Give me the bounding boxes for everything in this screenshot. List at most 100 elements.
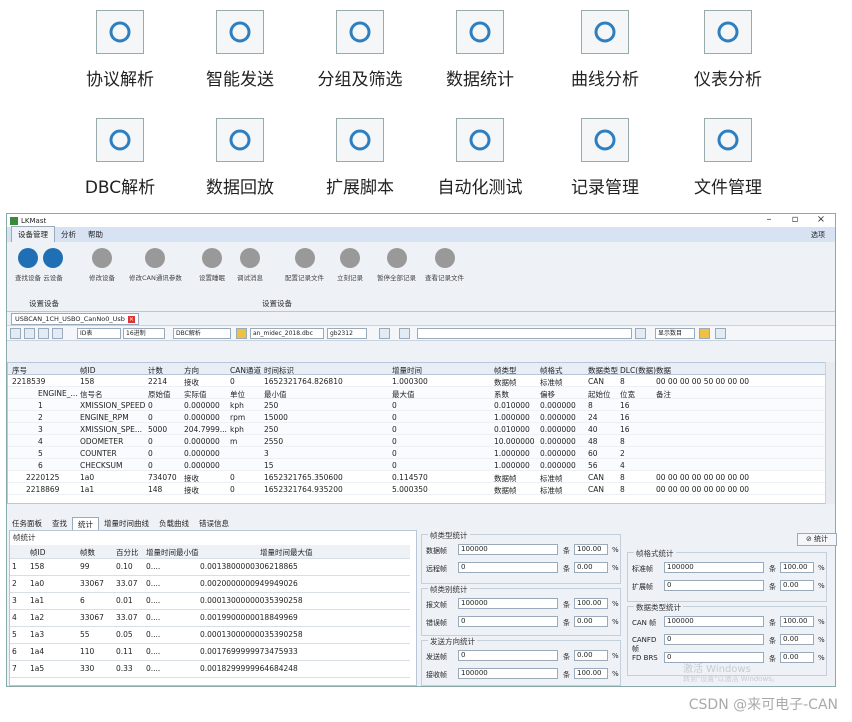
panel-tab[interactable]: 错误信息 <box>194 517 234 530</box>
close-button[interactable]: × <box>809 214 833 225</box>
grid-cell: 0 <box>230 485 235 494</box>
column-header[interactable]: 帧数 <box>80 547 95 558</box>
table-row[interactable]: 2218539 158 2214 接收 0 1652321764.826810 1.0003… <box>8 375 826 387</box>
unit-label: 条 <box>769 565 776 573</box>
grid-cell: 250 <box>264 401 279 410</box>
menu-analysis[interactable]: 分析 <box>55 227 82 242</box>
signal-header-row[interactable]: ENGINE_... 信号名 原始值 实际值 单位 最小值 最大值 系数 偏移 起始位 位宽 备注 <box>8 387 826 399</box>
feature-8[interactable]: 扩展脚本 <box>300 118 420 198</box>
grid-cell: 0 <box>148 401 153 410</box>
toolbar-icon[interactable] <box>24 328 35 339</box>
filter-icon <box>336 10 384 54</box>
table-row[interactable]: 7 1a5 330 0.33 0.... 0.0018299999964684248 <box>10 661 410 678</box>
clear-filter-icon[interactable] <box>635 328 646 339</box>
table-row[interactable]: 6 1a4 110 0.11 0.... 0.0017699999973475933 <box>10 644 410 661</box>
panel-tab[interactable]: 负载曲线 <box>154 517 194 530</box>
feature-1[interactable]: 智能发送 <box>180 10 300 90</box>
folder-icon[interactable] <box>236 328 247 339</box>
folder-icon[interactable] <box>699 328 710 339</box>
feature-3[interactable]: 数据统计 <box>420 10 540 90</box>
grid-cell: COUNTER <box>80 449 117 458</box>
document-tab[interactable]: USBCAN_1CH_USBO_CanNo0_Usb × <box>11 313 139 325</box>
signal-row[interactable]: 2 ENGINE_RPM 0 0.000000 rpm 15000 0 1.000000 0.0… <box>8 411 826 423</box>
feature-4[interactable]: 曲线分析 <box>545 10 665 90</box>
grid-cell: 16 <box>620 425 630 434</box>
options-button[interactable]: 选项 <box>811 230 825 240</box>
filter-input[interactable] <box>417 328 632 339</box>
ribbon-button-5[interactable]: 调试消息 <box>237 248 263 282</box>
toolbar-icon[interactable] <box>38 328 49 339</box>
ribbon-button-label: 立刻记录 <box>337 274 363 282</box>
table-row[interactable]: 3 1a1 6 0.01 0.... 0.00013000000035390258 <box>10 593 410 610</box>
panel-tab[interactable]: 查找 <box>47 517 72 530</box>
feature-9[interactable]: 自动化测试 <box>420 118 540 198</box>
toolbar-icon[interactable] <box>52 328 63 339</box>
column-header[interactable]: 增量时间最大值 <box>260 547 313 558</box>
menu-help[interactable]: 帮助 <box>82 227 109 242</box>
ribbon-button-9[interactable]: 查看记录文件 <box>425 248 464 282</box>
maximize-button[interactable]: ▫ <box>783 214 807 225</box>
ribbon-button-4[interactable]: 设置睡眠 <box>199 248 225 282</box>
grid-cell: 0.10 <box>116 562 133 571</box>
radix-select[interactable]: 16进制 <box>123 328 165 339</box>
table-row[interactable]: 5 1a3 55 0.05 0.... 0.00013000000035390258 <box>10 627 410 644</box>
grid-cell: 55 <box>80 630 90 639</box>
feature-2[interactable]: 分组及筛选 <box>300 10 420 90</box>
grid-cell: 250 <box>264 425 279 434</box>
grid-cell: 15 <box>264 461 274 470</box>
signal-row[interactable]: 4 ODOMETER 0 0.000000 m 2550 0 10.000000 0.00000… <box>8 435 826 447</box>
feature-11[interactable]: 文件管理 <box>668 118 788 198</box>
ribbon-button-2[interactable]: 修改设备 <box>89 248 115 282</box>
ribbon-button-3[interactable]: 修改CAN通讯参数 <box>129 248 182 282</box>
panel-tab[interactable]: 统计 <box>72 517 99 530</box>
table-row[interactable]: 1 158 99 0.10 0.... 0.0013800000306218865 <box>10 559 410 576</box>
ribbon-button-1[interactable]: 云设备 <box>43 248 63 282</box>
feature-10[interactable]: 记录管理 <box>545 118 665 198</box>
dbc-select[interactable]: DBC解析 <box>173 328 231 339</box>
panel-tab[interactable]: 增量时间曲线 <box>99 517 154 530</box>
percent-unit: % <box>612 618 619 626</box>
feature-5[interactable]: 仪表分析 <box>668 10 788 90</box>
signal-row[interactable]: 6 CHECKSUM 0 0.000000 15 0 1.000000 0.000000 56 4 <box>8 459 826 471</box>
toolbar-icon[interactable] <box>399 328 410 339</box>
grid-cell: 标准帧 <box>540 486 563 495</box>
panel-tab[interactable]: 任务面板 <box>7 517 47 530</box>
column-header[interactable]: 帧ID <box>30 547 46 558</box>
grid-cell: 1a2 <box>30 613 45 622</box>
ribbon-button-6[interactable]: 配置记录文件 <box>285 248 324 282</box>
save-icon[interactable] <box>715 328 726 339</box>
ribbon-button-7[interactable]: 立刻记录 <box>337 248 363 282</box>
grid-cell: 33067 <box>80 579 104 588</box>
signal-row[interactable]: 3 XMISSION_SPE... 5000 204.7999... kph 250 0 0.… <box>8 423 826 435</box>
table-row[interactable]: 2 1a0 33067 33.07 0.... 0.0020000000949949026 <box>10 576 410 593</box>
show-count-button[interactable]: 显示数目 <box>655 328 695 339</box>
signal-row[interactable]: 1 XMISSION_SPEED 0 0.000000 kph 250 0 0.010000 0… <box>8 399 826 411</box>
table-row[interactable]: 2218869 1a1 148 接收 0 1652321764.935200 5.00035… <box>8 483 826 495</box>
encoding-select[interactable]: gb2312 <box>327 328 367 339</box>
document-search-icon <box>96 118 144 162</box>
feature-0[interactable]: 协议解析 <box>60 10 180 90</box>
menu-device[interactable]: 设备管理 <box>11 226 55 242</box>
ribbon-button-8[interactable]: 暂停全部记录 <box>377 248 416 282</box>
minimize-button[interactable]: – <box>757 214 781 225</box>
dbc-file-field[interactable]: an_midec_2018.dbc <box>250 328 324 339</box>
close-tab-icon[interactable]: × <box>127 315 135 323</box>
grid-cell: 3 <box>264 449 269 458</box>
table-row[interactable]: 4 1a2 33067 33.07 0.... 0.0019900000018849969 <box>10 610 410 627</box>
grid-cell: 0 <box>148 449 153 458</box>
feature-6[interactable]: DBC解析 <box>60 118 180 198</box>
unit-label: 条 <box>769 637 776 645</box>
feature-7[interactable]: 数据回放 <box>180 118 300 198</box>
column-header[interactable]: 百分比 <box>116 547 139 558</box>
mode-select[interactable]: ID表 <box>77 328 121 339</box>
ribbon-button-0[interactable]: 查找设备 <box>15 248 41 282</box>
toolbar-icon[interactable] <box>379 328 390 339</box>
toolbar-icon[interactable] <box>10 328 21 339</box>
stat-percent: 100.00 <box>574 544 608 555</box>
table-row[interactable]: 2220125 1a0 734070 接收 0 1652321765.350600 0.11… <box>8 471 826 483</box>
column-header[interactable]: 增量时间最小值 <box>146 547 199 558</box>
grid-scrollbar[interactable] <box>825 362 835 504</box>
stat-row: CAN 帧 100000 条 100.00% <box>632 616 825 628</box>
stat-button[interactable]: ⊘ 统计 <box>797 533 837 546</box>
signal-row[interactable]: 5 COUNTER 0 0.000000 3 0 1.000000 0.000000 60 2 <box>8 447 826 459</box>
